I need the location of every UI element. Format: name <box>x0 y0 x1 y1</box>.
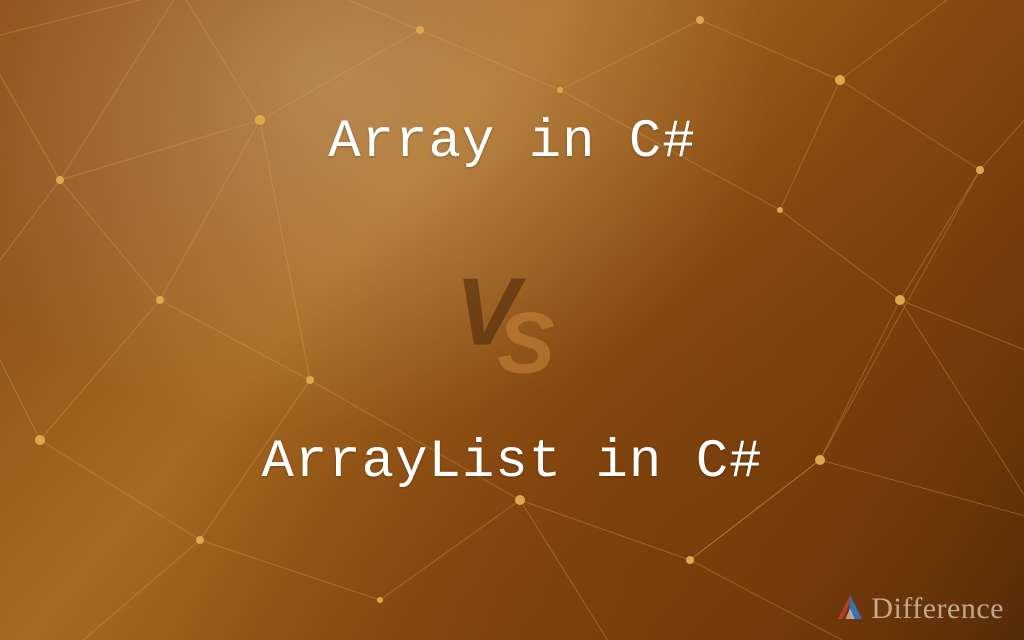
vs-letter-s: S <box>497 313 550 373</box>
term-b: ArrayList in C# <box>0 432 1024 493</box>
brand-name: Difference <box>871 592 1004 626</box>
term-a: Array in C# <box>0 112 1024 173</box>
comparison-card: Array in C# VS ArrayList in C# Differenc… <box>0 0 1024 640</box>
vs-separator: VS <box>455 286 568 353</box>
brand-watermark: Difference <box>835 588 1004 626</box>
brand-logo-icon <box>835 592 865 622</box>
